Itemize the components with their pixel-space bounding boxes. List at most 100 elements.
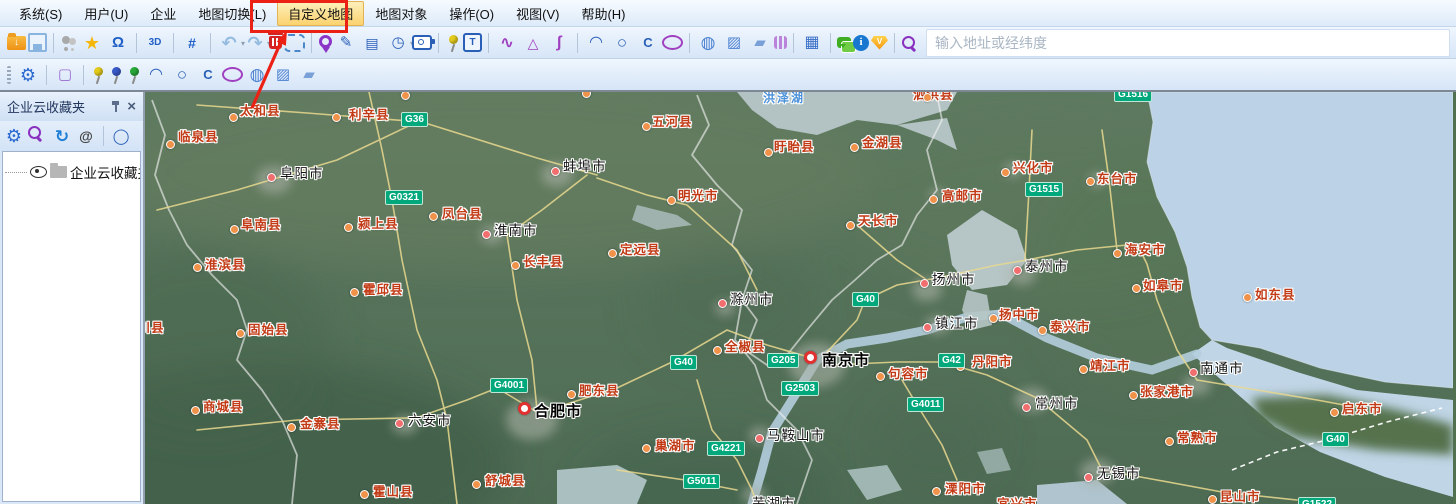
draw-circle-icon[interactable]: ○ bbox=[170, 63, 194, 87]
menu-item-1[interactable]: 系统(S) bbox=[8, 1, 73, 26]
camera-icon[interactable] bbox=[412, 35, 435, 50]
draw-ellipse-icon[interactable] bbox=[222, 67, 243, 82]
more-icon[interactable]: ◯ bbox=[110, 125, 132, 147]
search-icon[interactable] bbox=[901, 35, 917, 51]
undo-icon[interactable]: ↶ bbox=[217, 31, 245, 55]
pin-panel-icon[interactable] bbox=[110, 100, 121, 113]
menu-item-2[interactable]: 用户(U) bbox=[73, 1, 139, 26]
fill-rounded-square-icon[interactable]: ▨ bbox=[271, 63, 295, 87]
city-marker bbox=[582, 92, 591, 98]
menu-item-6[interactable]: 地图对象 bbox=[364, 1, 438, 26]
visibility-eye-icon[interactable] bbox=[30, 166, 47, 178]
gear-icon[interactable]: ⚙ bbox=[3, 125, 25, 147]
fill-polygon-icon[interactable]: ▰ bbox=[297, 63, 321, 87]
pushpin-green-icon[interactable] bbox=[126, 66, 142, 84]
measure-line-icon[interactable]: ✎ bbox=[334, 31, 358, 55]
city-marker bbox=[850, 143, 859, 152]
draw-angle-icon[interactable]: △ bbox=[521, 31, 545, 55]
favorites-tree: 企业云收藏夹 bbox=[2, 151, 141, 502]
favorites-panel: 企业云收藏夹 × ⚙ ↻@ ◯ 企业云收藏夹 bbox=[0, 92, 145, 504]
draw-arc-icon[interactable]: ◠ bbox=[584, 31, 608, 55]
menu-item-9[interactable]: 帮助(H) bbox=[570, 1, 636, 26]
text-label-icon[interactable] bbox=[463, 33, 482, 52]
map-label-city: 常州市 bbox=[1035, 396, 1079, 411]
map-label-county: 淮滨县 bbox=[205, 258, 246, 272]
draw-arc-icon[interactable]: ◠ bbox=[144, 63, 168, 87]
refresh-icon[interactable]: ↻ bbox=[51, 125, 73, 147]
menu-item-5[interactable]: 自定义地图 bbox=[277, 0, 365, 26]
city-marker bbox=[229, 113, 238, 122]
fill-circle-icon[interactable]: ◍ bbox=[245, 63, 269, 87]
draw-arc2-icon[interactable]: C bbox=[636, 31, 660, 55]
map-label-road: G40 bbox=[670, 355, 697, 370]
paperclip-icon[interactable]: @ bbox=[75, 125, 97, 147]
city-marker bbox=[755, 434, 764, 443]
drawing-toolbar: ⚙ ▢ ◠ ○ C ◍ ▨ ▰ bbox=[0, 59, 1456, 90]
menu-item-4[interactable]: 地图切换(L) bbox=[187, 1, 277, 26]
pushpin-yellow-icon[interactable] bbox=[445, 34, 461, 52]
vip-icon[interactable] bbox=[871, 35, 888, 50]
map-label-county: 兴化市 bbox=[1013, 161, 1054, 175]
fill-bars-icon[interactable] bbox=[774, 36, 787, 49]
content-area: 企业云收藏夹 × ⚙ ↻@ ◯ 企业云收藏夹 bbox=[0, 90, 1456, 504]
map-label-county: 东台市 bbox=[1097, 172, 1138, 186]
map-label-city: 六安市 bbox=[408, 413, 452, 428]
draw-arc2-icon[interactable]: C bbox=[196, 63, 220, 87]
pushpin-yellow-icon[interactable] bbox=[90, 66, 106, 84]
map-label-county: 盱眙县 bbox=[774, 140, 815, 154]
fill-circle-icon[interactable]: ◍ bbox=[696, 31, 720, 55]
redo-icon[interactable]: ↷ bbox=[243, 31, 271, 55]
users-icon[interactable] bbox=[60, 35, 78, 50]
map-label-city: 泰州市 bbox=[1025, 259, 1069, 274]
map-label-road: G42 bbox=[938, 353, 965, 368]
info-icon[interactable] bbox=[853, 34, 869, 51]
chat-icon[interactable] bbox=[837, 37, 856, 53]
delete-icon[interactable] bbox=[268, 32, 283, 49]
capital-marker bbox=[804, 351, 817, 364]
hex-clock-icon[interactable]: ◷ bbox=[386, 31, 414, 55]
draw-ellipse-icon[interactable] bbox=[662, 35, 683, 50]
map-label-county: 溧阳市 bbox=[945, 482, 986, 496]
marquee-icon[interactable] bbox=[284, 33, 305, 52]
address-search-input[interactable] bbox=[926, 28, 1450, 57]
city-marker bbox=[989, 314, 998, 323]
map-label-county: 霍邱县 bbox=[363, 283, 404, 297]
draw-curve-icon[interactable]: ʃ bbox=[547, 31, 571, 55]
menu-item-7[interactable]: 操作(O) bbox=[438, 1, 505, 26]
menu-item-8[interactable]: 视图(V) bbox=[505, 1, 570, 26]
map-label-city: 滁州市 bbox=[730, 292, 774, 307]
grip-icon[interactable] bbox=[7, 65, 11, 84]
map-label-county: 靖江市 bbox=[1090, 359, 1131, 373]
main-toolbar: ★Ω 3D # ↶↷ ✎▤◷ ∿△ʃ ◠○C ◍▨▰ ▦ bbox=[0, 27, 1456, 59]
tree-item-label: 企业云收藏夹 bbox=[70, 166, 140, 181]
city-marker bbox=[642, 444, 651, 453]
map-label-county: 长丰县 bbox=[523, 255, 564, 269]
star-icon[interactable]: ★ bbox=[80, 31, 104, 55]
location-pin-icon[interactable] bbox=[318, 34, 332, 53]
close-panel-icon[interactable]: × bbox=[125, 99, 138, 114]
measure-area-icon[interactable]: ▤ bbox=[360, 31, 384, 55]
search-icon[interactable] bbox=[27, 125, 49, 147]
map-label-road: G4001 bbox=[490, 378, 529, 393]
flag-tool-icon[interactable]: # bbox=[180, 31, 204, 55]
fill-polygon-icon[interactable]: ▰ bbox=[748, 31, 772, 55]
new-file-icon[interactable]: ▢ bbox=[53, 63, 77, 87]
route-icon[interactable]: Ω bbox=[106, 31, 130, 55]
map-label-county: 舒城县 bbox=[485, 474, 526, 488]
separator bbox=[210, 32, 211, 53]
map-label-county: 太和县 bbox=[240, 104, 281, 118]
map-labels-layer: 临泉县 太和县 利辛县 五河县 盱眙县 金湖县 泗洪县 兴化市 东台市 高邮市 明光市 天长市 海安市 阜… bbox=[145, 92, 1456, 504]
tree-item-favorites-root[interactable]: 企业云收藏夹 bbox=[5, 162, 140, 182]
draw-circle-icon[interactable]: ○ bbox=[610, 31, 634, 55]
view-3d-icon[interactable]: 3D bbox=[143, 31, 167, 55]
fill-rounded-square-icon[interactable]: ▨ bbox=[722, 31, 746, 55]
menu-item-3[interactable]: 企业 bbox=[139, 1, 187, 26]
draw-polyline-icon[interactable]: ∿ bbox=[495, 31, 519, 55]
separator bbox=[103, 126, 104, 146]
map-canvas[interactable]: 临泉县 太和县 利辛县 五河县 盱眙县 金湖县 泗洪县 兴化市 东台市 高邮市 明光市 天长市 海安市 阜… bbox=[145, 92, 1456, 504]
gear-icon[interactable]: ⚙ bbox=[16, 63, 40, 87]
save-icon[interactable] bbox=[28, 33, 47, 52]
pushpin-blue-icon[interactable] bbox=[108, 66, 124, 84]
attribute-table-icon[interactable]: ▦ bbox=[800, 31, 824, 55]
folder-open-icon[interactable] bbox=[7, 32, 26, 50]
